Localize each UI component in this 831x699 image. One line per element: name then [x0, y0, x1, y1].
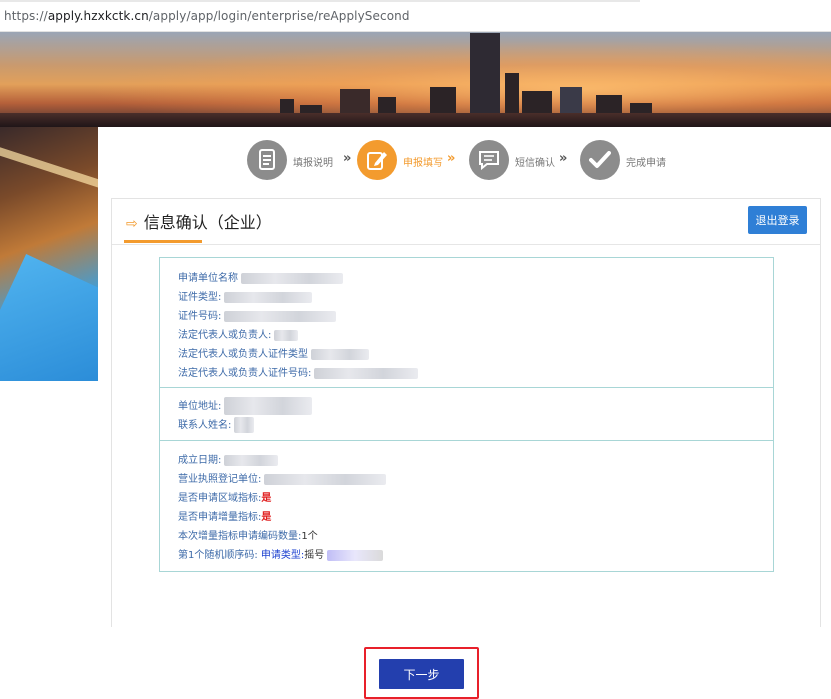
step-indicator: 填报说明 » 申报填写 » 短信确认 » 完成申请: [247, 137, 687, 183]
redacted-value: [327, 549, 384, 561]
field-label: 单位地址:: [178, 401, 222, 412]
apply-type-label: 申请类型:: [260, 550, 305, 561]
field-label: 第1个随机顺序码:: [178, 550, 258, 561]
check-icon: [580, 140, 620, 180]
info-row: 是否申请区域指标:是: [178, 489, 271, 505]
redacted-value: [224, 397, 313, 415]
next-button-highlight: 下一步: [364, 647, 479, 699]
edit-icon: [357, 140, 397, 180]
info-row: 法定代表人或负责人证件号码:: [178, 364, 419, 380]
redacted-value: [234, 417, 255, 433]
info-row: 联系人姓名:: [178, 416, 255, 433]
url-prefix: https://: [4, 9, 48, 23]
info-section-application: 成立日期: 营业执照登记单位: 是否申请区域指标:是 是否申请增量指标:是 本次…: [160, 441, 773, 571]
main-panel: 填报说明 » 申报填写 » 短信确认 » 完成申请 ⇨ 信息确认（企业） 退出登…: [98, 127, 831, 699]
side-decoration-image: [0, 127, 98, 381]
field-label: 法定代表人或负责人:: [178, 330, 272, 341]
next-step-button[interactable]: 下一步: [379, 659, 464, 689]
info-section-contact: 单位地址: 联系人姓名:: [160, 388, 773, 441]
info-row: 法定代表人或负责人:: [178, 326, 299, 342]
info-row: 证件类型:: [178, 288, 313, 304]
redacted-value: [224, 454, 279, 466]
redacted-value: [314, 367, 419, 379]
field-label: 法定代表人或负责人证件号码:: [178, 368, 312, 379]
field-label: 成立日期:: [178, 455, 222, 466]
message-icon: [469, 140, 509, 180]
page-title-text: 信息确认（企业）: [143, 213, 272, 232]
field-label: 营业执照登记单位:: [178, 474, 262, 485]
url-host: apply.hzxkctk.cn: [47, 9, 149, 23]
info-row: 证件号码:: [178, 307, 337, 323]
document-icon: [247, 140, 287, 180]
chevron-right-icon: »: [447, 151, 456, 166]
page-title: ⇨ 信息确认（企业）: [126, 209, 272, 233]
info-row: 法定代表人或负责人证件类型: [178, 345, 369, 361]
info-row: 是否申请增量指标:是: [178, 508, 271, 524]
step-label: 短信确认: [515, 158, 555, 169]
info-row: 营业执照登记单位:: [178, 470, 387, 486]
info-row: 申请单位名称: [178, 269, 343, 285]
redacted-value: [311, 348, 369, 360]
info-confirm-card: ⇨ 信息确认（企业） 退出登录 申请单位名称 证件类型: 证件号码: 法定代表人或…: [111, 198, 821, 699]
field-label: 联系人姓名:: [178, 420, 232, 431]
field-label: 是否申请区域指标:: [178, 493, 262, 504]
info-row: 第1个随机顺序码: 申请类型:摇号: [178, 546, 384, 562]
header-banner-image: [0, 32, 831, 127]
field-label: 申请单位名称: [178, 273, 238, 284]
info-row: 本次增量指标申请编码数量:1个: [178, 527, 318, 543]
redacted-value: [264, 473, 387, 485]
field-label: 是否申请增量指标:: [178, 512, 262, 523]
step-label: 申报填写: [403, 158, 443, 169]
arrow-right-icon: ⇨: [126, 216, 138, 232]
url-path: /apply/app/login/enterprise/reApplySecon…: [148, 9, 410, 23]
logout-button[interactable]: 退出登录: [748, 206, 807, 234]
info-box: 申请单位名称 证件类型: 证件号码: 法定代表人或负责人: 法定代表人或负责人证…: [159, 257, 774, 572]
increment-indicator-value: 是: [261, 512, 272, 523]
chevron-right-icon: »: [343, 151, 352, 166]
code-count-value: 1个: [301, 531, 318, 542]
url-text[interactable]: https://apply.hzxkctk.cn/apply/app/login…: [4, 9, 410, 23]
tab-strip-line: [0, 0, 640, 2]
redacted-value: [224, 310, 337, 322]
apply-type-value: 摇号: [304, 550, 325, 561]
info-row: 单位地址:: [178, 397, 313, 415]
regional-indicator-value: 是: [261, 493, 272, 504]
field-label: 本次增量指标申请编码数量:: [178, 531, 302, 542]
info-row: 成立日期:: [178, 451, 279, 467]
step-label: 完成申请: [626, 158, 666, 169]
redacted-value: [274, 329, 299, 341]
redacted-value: [241, 272, 343, 284]
field-label: 法定代表人或负责人证件类型: [178, 349, 308, 360]
browser-address-bar[interactable]: https://apply.hzxkctk.cn/apply/app/login…: [0, 0, 831, 32]
info-section-identity: 申请单位名称 证件类型: 证件号码: 法定代表人或负责人: 法定代表人或负责人证…: [160, 258, 773, 388]
field-label: 证件号码:: [178, 311, 222, 322]
step-label: 填报说明: [293, 158, 333, 169]
title-divider: [112, 244, 820, 245]
field-label: 证件类型:: [178, 292, 222, 303]
title-underline: [124, 240, 202, 243]
redacted-value: [224, 291, 313, 303]
chevron-right-icon: »: [559, 151, 568, 166]
